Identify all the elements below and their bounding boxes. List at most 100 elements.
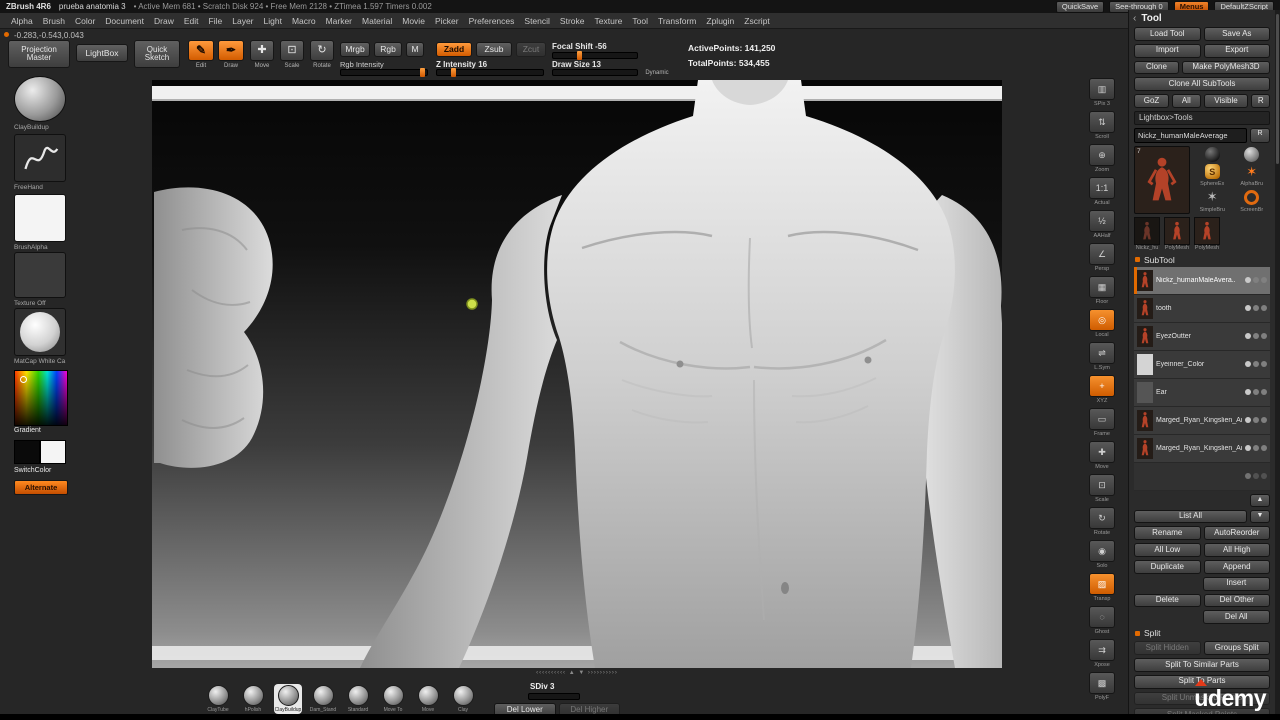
move-mode-button[interactable]: ✚ [250,40,274,61]
shelf-ghost-button[interactable]: ◌ [1089,606,1115,628]
shelf-floor-button[interactable]: ▦ [1089,276,1115,298]
shelf-aahalf-button[interactable]: ½ [1089,210,1115,232]
color-picker[interactable] [14,370,68,426]
brush-icon[interactable] [1253,389,1259,396]
zadd-button[interactable]: Zadd [436,42,472,57]
clone-all-subtools-button[interactable]: Clone All SubTools [1134,77,1270,92]
tool-sphere-icon[interactable] [1204,146,1220,162]
main-color-swatch[interactable] [14,440,40,464]
recent-tool-thumbnail[interactable] [1194,216,1220,245]
shelf-actual-button[interactable]: 1:1 [1089,177,1115,199]
secondary-color-swatch[interactable] [40,440,66,464]
shelf-xyz-button[interactable]: + [1089,375,1115,397]
list-all-button[interactable]: List All [1134,509,1247,524]
brush-icon[interactable] [1253,333,1259,340]
active-tool-name[interactable]: Nickz_humanMaleAverage [1134,127,1247,143]
menu-brush[interactable]: Brush [38,15,70,27]
del-all-button[interactable]: Del All [1202,610,1270,625]
shelf-local-button[interactable]: ◎ [1089,309,1115,331]
mrgb-button[interactable]: Mrgb [340,42,370,57]
menu-material[interactable]: Material [357,15,397,27]
menu-light[interactable]: Light [259,15,287,27]
shelf-scroll-button[interactable]: ⇅ [1089,111,1115,133]
quicksave-button[interactable]: QuickSave [1055,0,1105,13]
quick-sketch-button[interactable]: Quick Sketch [134,40,180,68]
eye-icon[interactable] [1245,445,1251,452]
tool-sphere3d-icon[interactable] [1244,146,1260,162]
menu-texture[interactable]: Texture [590,15,628,27]
shelf-transp-button[interactable]: ▨ [1089,573,1115,595]
draw-mode-button[interactable]: ✒ [218,40,244,61]
goz-r-button[interactable]: R [1251,94,1270,108]
brush-dam-stand[interactable]: Dam_Stand [309,684,337,714]
shelf-solo-button[interactable]: ◉ [1089,540,1115,562]
tool-panel-scrollbar[interactable] [1275,10,1280,720]
goz-all-button[interactable]: All [1172,94,1201,108]
clone-button[interactable]: Clone [1134,60,1179,75]
subtool-row[interactable]: Ear [1134,378,1270,407]
tool-alphabrush-icon[interactable]: ✶ [1244,164,1259,179]
brush-move[interactable]: Move [414,684,442,714]
groups-split-button[interactable]: Groups Split [1203,641,1270,656]
brush-hpolish[interactable]: hPolish [239,684,267,714]
menu-picker[interactable]: Picker [430,15,464,27]
menu-document[interactable]: Document [100,15,149,27]
paint-icon[interactable] [1261,417,1267,424]
insert-button[interactable]: Insert [1202,576,1270,591]
all-high-button[interactable]: All High [1203,543,1270,558]
brush-standard[interactable]: Standard [344,684,372,714]
recent-tool-thumbnail[interactable] [1134,216,1160,245]
brush-claybuildup[interactable]: ClayBuildup [274,684,302,714]
edit-mode-button[interactable]: ✎ [188,40,214,61]
delete-button[interactable]: Delete [1134,593,1201,608]
alternate-button[interactable]: Alternate [14,480,68,495]
eye-icon[interactable] [1245,389,1251,396]
subtool-row[interactable]: Eyeinner_Color [1134,350,1270,379]
lightbox-button[interactable]: LightBox [76,44,128,62]
del-other-button[interactable]: Del Other [1203,593,1270,608]
all-low-button[interactable]: All Low [1134,543,1201,558]
save-as-button[interactable]: Save As [1203,27,1270,41]
eye-icon[interactable] [1245,361,1251,368]
subtool-row[interactable]: tooth [1134,294,1270,323]
draw-size-slider[interactable] [552,69,638,76]
current-brush-thumbnail[interactable] [14,76,66,122]
subtool-row[interactable]: Marged_Ryan_Kingslien_Anatomy [1134,434,1270,463]
current-material-thumbnail[interactable] [14,308,66,356]
paint-icon[interactable] [1261,473,1267,480]
shelf-polyf-button[interactable]: ▩ [1089,672,1115,694]
tool-restore-button[interactable]: R [1250,127,1270,143]
eye-icon[interactable] [1245,277,1251,284]
subtool-row[interactable]: Nickz_humanMaleAvera.. [1134,266,1270,295]
menu-macro[interactable]: Macro [287,15,321,27]
z-intensity-slider[interactable] [436,68,544,77]
current-alpha-thumbnail[interactable] [14,194,66,242]
focal-shift-slider[interactable] [552,51,638,60]
brush-icon[interactable] [1253,473,1259,480]
zcut-button[interactable]: Zcut [516,42,546,57]
shelf-spix-3-button[interactable]: ▥ [1089,78,1115,100]
shelf-l-sym-button[interactable]: ⇌ [1089,342,1115,364]
paint-icon[interactable] [1261,305,1267,312]
subtool-section-header[interactable]: SubTool [1135,255,1269,265]
brush-icon[interactable] [1253,445,1259,452]
duplicate-button[interactable]: Duplicate [1134,560,1201,574]
zsub-button[interactable]: Zsub [476,42,512,57]
collapse-panel-icon[interactable]: ‹ [1133,13,1136,24]
menu-edit[interactable]: Edit [179,15,204,27]
split-section-header[interactable]: Split [1135,628,1269,638]
paint-icon[interactable] [1261,277,1267,284]
sdiv-slider[interactable] [528,693,580,700]
recent-tool-thumbnail[interactable] [1164,216,1190,245]
paint-icon[interactable] [1261,389,1267,396]
eye-icon[interactable] [1245,333,1251,340]
lightbox-tools-path[interactable]: Lightbox>Tools [1134,110,1270,125]
rotate-mode-button[interactable]: ↻ [310,40,334,61]
brush-icon[interactable] [1253,277,1259,284]
shelf-frame-button[interactable]: ▭ [1089,408,1115,430]
menu-stroke[interactable]: Stroke [555,15,590,27]
shelf-xpose-button[interactable]: ⇉ [1089,639,1115,661]
menu-movie[interactable]: Movie [397,15,430,27]
rename-button[interactable]: Rename [1134,526,1201,541]
shelf-persp-button[interactable]: ∠ [1089,243,1115,265]
